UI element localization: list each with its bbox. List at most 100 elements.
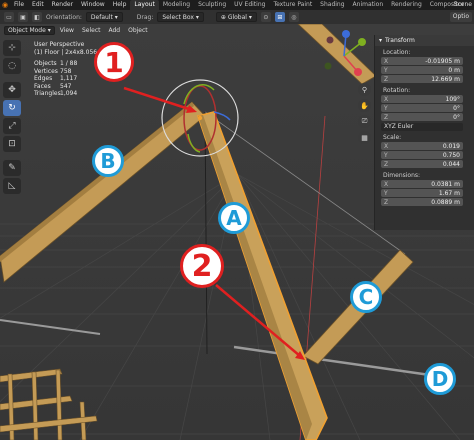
select-extend-icon[interactable]: ▣ — [18, 12, 28, 22]
tab-modeling[interactable]: Modeling — [159, 0, 194, 10]
dimensions-x-field[interactable]: X 0.0381 m — [381, 180, 463, 188]
rotation-y-field[interactable]: Y 0° — [381, 104, 463, 112]
axis-label: Y — [384, 104, 388, 112]
scene-selector[interactable]: Scene — [454, 0, 472, 10]
snap-icon[interactable]: ⊞ — [274, 12, 285, 22]
field-value: 0 m — [448, 66, 460, 74]
tab-layout[interactable]: Layout — [130, 0, 159, 10]
orientation-value: Default — [90, 13, 113, 21]
axis-label: Y — [384, 66, 388, 74]
axis-label: Z — [384, 198, 389, 206]
pivot-dropdown[interactable]: ⊕ Global ▾ — [215, 12, 257, 22]
transform-pivot-icon[interactable]: ⊙ — [260, 12, 271, 22]
move-icon[interactable]: ✥ — [3, 82, 21, 98]
options-button[interactable]: Optio — [449, 12, 472, 22]
location-z-field[interactable]: Z 12.669 m — [381, 75, 463, 83]
menu-edit[interactable]: Edit — [28, 0, 48, 10]
scale-x-field[interactable]: X 0.019 — [381, 142, 463, 150]
menu-window[interactable]: Window — [77, 0, 109, 10]
stat-row: Faces 547 — [34, 83, 97, 91]
orientation-label: Orientation: — [46, 13, 82, 21]
tab-rendering[interactable]: Rendering — [387, 0, 426, 10]
callout-1-label: 1 — [104, 45, 124, 79]
menu-select[interactable]: Select — [79, 27, 104, 34]
location-y-field[interactable]: Y 0 m — [381, 66, 463, 74]
stat-value: 547 — [60, 82, 72, 90]
stat-row: Vertices 758 — [34, 68, 97, 76]
tab-texture-paint[interactable]: Texture Paint — [269, 0, 316, 10]
rotation-x-field[interactable]: X 109° — [381, 95, 463, 103]
tab-animation[interactable]: Animation — [349, 0, 388, 10]
menu-object[interactable]: Object — [125, 27, 151, 34]
stat-key: Objects — [34, 60, 57, 67]
stat-row: Edges 1,117 — [34, 75, 97, 83]
dimensions-z-field[interactable]: Z 0.0889 m — [381, 198, 463, 206]
dimensions-y-field[interactable]: Y 1.67 m — [381, 189, 463, 197]
scale-icon[interactable]: ⤢ — [3, 118, 21, 134]
stat-key: Triangles — [34, 90, 61, 97]
rotate-icon[interactable]: ↻ — [3, 100, 21, 116]
location-x-field[interactable]: X -0.01905 m — [381, 57, 463, 65]
scale-y-field[interactable]: Y 0.750 — [381, 151, 463, 159]
field-value: 0° — [453, 104, 460, 112]
tab-shading[interactable]: Shading — [316, 0, 348, 10]
blender-logo-icon[interactable]: ◉ — [0, 0, 10, 10]
menu-add[interactable]: Add — [105, 27, 123, 34]
callout-a-label: A — [226, 206, 242, 230]
stat-value: 1,117 — [60, 75, 78, 82]
camera-icon[interactable]: ⎚ — [358, 115, 371, 128]
callout-d: D — [424, 363, 456, 395]
scale-label: Scale: — [383, 134, 402, 141]
cursor-icon[interactable]: ⊹ — [3, 40, 21, 56]
menu-view[interactable]: View — [57, 27, 77, 34]
tool-header: ▭ ▣ ◧ Orientation: Default ▾ Drag: Selec… — [0, 10, 474, 24]
field-value: 0.0889 m — [431, 198, 460, 206]
grid-view-icon[interactable]: ▦ — [358, 131, 371, 144]
callout-2-label: 2 — [191, 248, 213, 284]
navigation-gizmo[interactable] — [312, 26, 372, 84]
annotate-icon[interactable]: ✎ — [3, 160, 21, 176]
proportional-edit-icon[interactable]: ◎ — [288, 12, 299, 22]
tab-uv-editing[interactable]: UV Editing — [230, 0, 269, 10]
scale-z-field[interactable]: Z 0.044 — [381, 160, 463, 168]
rotation-z-field[interactable]: Z 0° — [381, 113, 463, 121]
properties-n-panel: ▾ Transform Location: X -0.01905 m Y 0 m Z 1… — [374, 35, 474, 230]
callout-1: 1 — [94, 42, 134, 82]
drag-label: Drag: — [136, 13, 154, 21]
object-mode-dropdown[interactable]: Object Mode ▾ — [4, 25, 55, 35]
tab-sculpting[interactable]: Sculpting — [194, 0, 230, 10]
measure-icon[interactable]: ◺ — [3, 178, 21, 194]
menu-help[interactable]: Help — [109, 0, 131, 10]
field-value: 1.67 m — [438, 189, 460, 197]
pivot-icon: ⊕ — [220, 13, 226, 21]
field-value: 0.044 — [442, 160, 460, 168]
callout-a: A — [218, 202, 250, 234]
rotation-mode-dropdown[interactable]: XYZ Euler — [381, 123, 463, 131]
top-menu-bar: ◉ File Edit Render Window Help Layout Mo… — [0, 0, 474, 10]
callout-d-label: D — [431, 367, 449, 391]
transform-icon[interactable]: ⊡ — [3, 136, 21, 152]
select-subtract-icon[interactable]: ◧ — [32, 12, 42, 22]
axis-label: X — [384, 180, 389, 188]
axis-label: Z — [384, 113, 389, 121]
stat-value: 1 / 88 — [60, 60, 78, 67]
field-value: 12.669 m — [431, 75, 460, 83]
drag-dropdown[interactable]: Select Box ▾ — [157, 12, 204, 22]
orientation-dropdown[interactable]: Default ▾ — [85, 12, 123, 22]
hand-pan-icon[interactable]: ✋ — [358, 99, 371, 112]
menu-render[interactable]: Render — [48, 0, 77, 10]
stat-key: Edges — [34, 75, 53, 82]
stat-key: Faces — [34, 82, 51, 90]
axis-label: Y — [384, 151, 388, 159]
zoom-icon[interactable]: ⚲ — [358, 83, 371, 96]
callout-b-label: B — [100, 149, 116, 173]
axis-label: Y — [384, 189, 388, 197]
select-box-icon[interactable]: ◌ — [3, 58, 21, 74]
transform-panel-header[interactable]: ▾ Transform — [375, 35, 474, 46]
select-mode-icon[interactable]: ▭ — [4, 12, 14, 22]
menu-file[interactable]: File — [10, 0, 28, 10]
stat-row: Triangles 1,094 — [34, 90, 97, 98]
stat-key: Vertices — [34, 67, 58, 75]
left-toolbar: ⊹ ◌ ✥ ↻ ⤢ ⊡ ✎ ◺ — [3, 40, 21, 194]
axis-label: X — [384, 57, 389, 65]
